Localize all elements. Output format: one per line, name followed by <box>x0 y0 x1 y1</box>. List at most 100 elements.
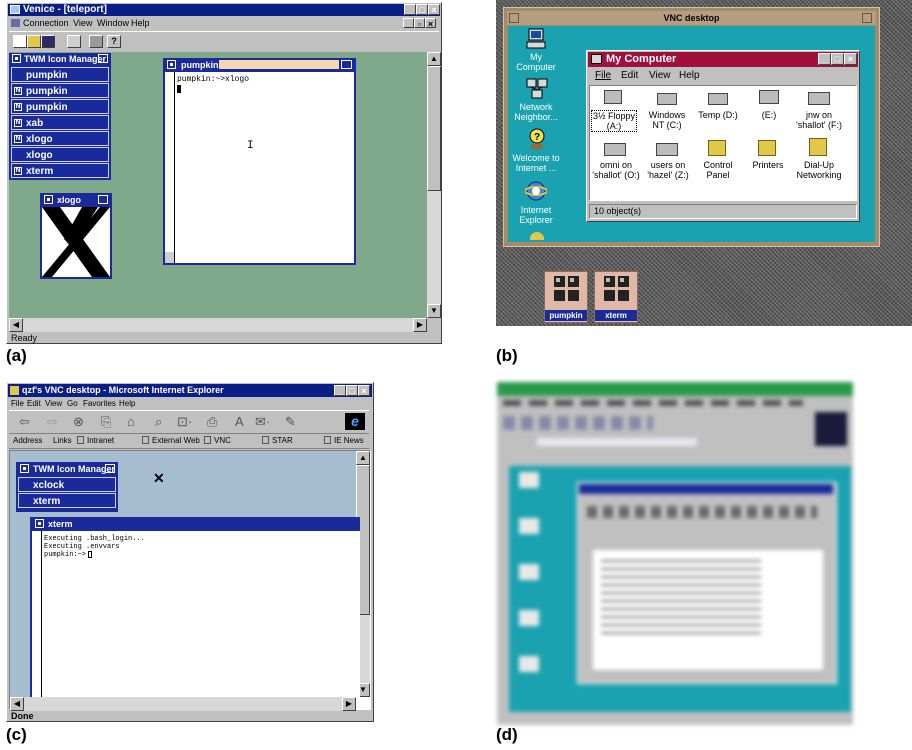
scroll-right-button[interactable]: ▶ <box>413 318 427 332</box>
twm-resize-box[interactable] <box>105 464 115 473</box>
item-windows-nt-label[interactable]: Windows NT (C:) <box>646 110 688 130</box>
menu-file[interactable]: File <box>595 69 611 83</box>
network-drive-icon[interactable] <box>808 92 830 105</box>
vnc-titlebar[interactable]: VNC desktop <box>507 11 876 25</box>
home-icon[interactable]: ⌂ <box>127 411 135 433</box>
mdi-close[interactable]: × <box>425 18 436 29</box>
twm-item-xclock[interactable]: xclock <box>18 477 116 492</box>
menu-file[interactable]: File <box>11 398 24 409</box>
scroll-thumb[interactable] <box>427 66 441 191</box>
twm-item-pumpkin[interactable]: pumpkin <box>11 67 109 82</box>
font-icon[interactable]: A <box>235 411 244 433</box>
xterm-close-box[interactable] <box>35 519 44 528</box>
hard-drive-icon[interactable] <box>708 93 728 105</box>
item-floppy-label[interactable]: 3½ Floppy (A:) <box>591 110 637 132</box>
open-icon[interactable] <box>27 35 41 48</box>
mdi-restore[interactable]: ▫ <box>414 18 425 29</box>
twm-titlebar[interactable]: TWM Icon Manager <box>16 462 118 476</box>
menu-favorites[interactable]: Favorites <box>83 398 116 409</box>
item-printers-label[interactable]: Printers <box>747 160 789 170</box>
welcome-icon[interactable]: ? <box>527 128 547 150</box>
save-icon[interactable] <box>41 35 55 48</box>
network-drive-icon[interactable] <box>656 143 678 156</box>
item-jnw-label[interactable]: jnw on 'shallot' (F:) <box>793 110 845 130</box>
link-ie-news[interactable]: IE News <box>334 433 364 448</box>
ie-titlebar[interactable]: qzf's VNC desktop - Microsoft Internet E… <box>8 384 372 397</box>
scroll-up-button[interactable]: ▲ <box>356 451 370 465</box>
item-e-label[interactable]: (E:) <box>750 110 788 120</box>
item-users-label[interactable]: users on 'hazel' (Z:) <box>642 160 694 180</box>
close-button[interactable]: × <box>428 4 440 15</box>
link-intranet[interactable]: Intranet <box>87 433 114 448</box>
menu-view[interactable]: View <box>73 17 92 29</box>
menu-edit[interactable]: Edit <box>27 398 41 409</box>
twm-item-pumpkin-iconified-2[interactable]: N pumpkin <box>11 99 109 114</box>
scroll-down-button[interactable]: ▼ <box>427 304 441 318</box>
back-icon[interactable]: ⇦ <box>19 411 30 433</box>
pumpkin-terminal[interactable]: pumpkin:~>xlogo I <box>165 72 354 263</box>
minimize-button[interactable]: _ <box>334 385 346 396</box>
ie-horizontal-scrollbar[interactable]: ◀ ▶ <box>10 697 356 711</box>
control-panel-icon[interactable] <box>708 140 726 156</box>
menu-help[interactable]: Help <box>131 17 150 29</box>
menu-help[interactable]: Help <box>119 398 135 409</box>
pumpkin-close-box[interactable] <box>167 60 176 69</box>
twm-item-xlogo-2[interactable]: xlogo <box>11 147 109 162</box>
menu-connection[interactable]: Connection <box>23 17 69 29</box>
stop-icon[interactable]: ⊗ <box>73 411 84 433</box>
xlogo-titlebar[interactable]: xlogo <box>40 193 112 207</box>
vnc-resize-box[interactable] <box>862 13 872 23</box>
hard-drive-icon[interactable] <box>657 93 677 105</box>
terminal-scrollbar[interactable] <box>165 72 175 263</box>
scroll-up-button[interactable]: ▲ <box>427 52 441 66</box>
print-icon[interactable] <box>89 35 103 48</box>
my-computer-icon[interactable] <box>526 28 546 50</box>
menu-edit[interactable]: Edit <box>621 69 638 83</box>
twm-resize-box[interactable] <box>98 54 108 63</box>
favorites-icon[interactable]: ⊡· <box>177 411 192 433</box>
my-computer-titlebar[interactable]: My Computer _ □ × <box>588 52 858 67</box>
maximize-button[interactable]: □ <box>346 385 358 396</box>
printers-icon[interactable] <box>758 140 776 156</box>
minimize-button[interactable]: _ <box>404 4 416 15</box>
help-icon[interactable]: ? <box>107 35 121 48</box>
xterm-twm-icon[interactable]: xterm <box>594 271 638 323</box>
scroll-left-button[interactable]: ◀ <box>10 697 24 711</box>
menu-view[interactable]: View <box>649 69 671 83</box>
link-vnc[interactable]: VNC <box>214 433 231 448</box>
xlogo-resize-box[interactable] <box>98 195 108 204</box>
network-drive-icon[interactable] <box>604 143 626 156</box>
print-icon[interactable]: ⎙ <box>207 411 217 433</box>
pumpkin-twm-icon[interactable]: pumpkin <box>544 271 588 323</box>
twm-item-pumpkin-iconified[interactable]: N pumpkin <box>11 83 109 98</box>
address-label[interactable]: Address <box>13 433 42 448</box>
close-button[interactable]: × <box>844 53 857 65</box>
pumpkin-titlebar[interactable]: pumpkin <box>163 58 356 72</box>
horizontal-scrollbar[interactable]: ◀ ▶ <box>9 318 427 332</box>
twm-titlebar[interactable]: TWM Icon Manager <box>9 53 111 65</box>
twm-item-xterm[interactable]: xterm <box>18 493 116 508</box>
refresh-icon[interactable]: ⎘ <box>101 411 111 433</box>
menu-help[interactable]: Help <box>679 69 700 83</box>
xterm-titlebar[interactable]: xterm <box>30 517 360 531</box>
terminal-scroll-thumb[interactable] <box>165 72 174 252</box>
network-neighborhood-icon[interactable] <box>526 78 548 100</box>
close-button[interactable]: × <box>358 385 370 396</box>
new-icon[interactable] <box>13 35 27 48</box>
vnc-menu-box[interactable] <box>509 13 519 23</box>
terminal-scrollbar[interactable] <box>32 531 42 697</box>
menu-window[interactable]: Window <box>97 17 129 29</box>
link-external-web[interactable]: External Web <box>152 433 200 448</box>
xterm-terminal[interactable]: Executing .bash_login... Executing .envv… <box>32 531 360 697</box>
twm-close-box[interactable] <box>20 464 29 473</box>
item-control-panel-label[interactable]: Control Panel <box>697 160 739 180</box>
forward-icon[interactable]: ⇨ <box>47 411 58 433</box>
maximize-button[interactable]: □ <box>831 53 844 65</box>
twm-close-box[interactable] <box>12 54 21 63</box>
minimize-button[interactable]: _ <box>818 53 831 65</box>
cd-drive-icon[interactable] <box>759 90 779 104</box>
dialup-networking-icon[interactable] <box>809 138 827 156</box>
twm-item-xab[interactable]: N xab <box>11 115 109 130</box>
item-omni-label[interactable]: omni on 'shallot' (O:) <box>590 160 642 180</box>
item-temp-label[interactable]: Temp (D:) <box>694 110 742 120</box>
